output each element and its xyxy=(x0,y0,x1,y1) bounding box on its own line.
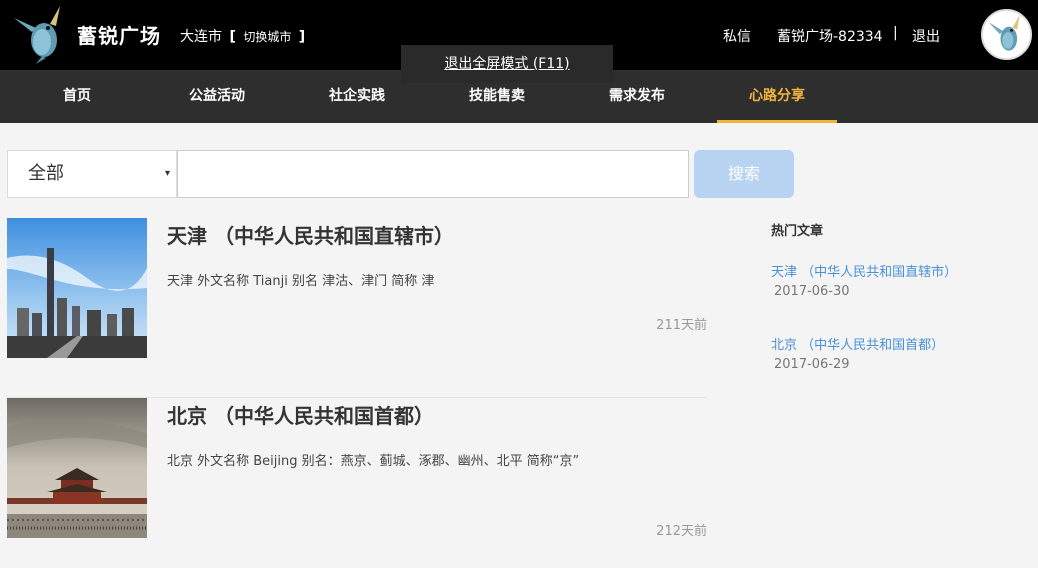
article-description: 北京 外文名称 Beijing 别名：燕京、蓟城、涿郡、幽州、北平 简称“京” xyxy=(167,454,580,469)
bracket-close: ] xyxy=(298,29,306,45)
search-button[interactable]: 搜索 xyxy=(694,150,794,198)
category-value: 全部 xyxy=(28,163,64,184)
list-item: 北京 （中华人民共和国首都） 北京 外文名称 Beijing 别名：燕京、蓟城、… xyxy=(7,398,707,568)
city-skyline-image xyxy=(7,218,147,358)
messages-link[interactable]: 私信 xyxy=(723,26,751,46)
nav-home[interactable]: 首页 xyxy=(17,70,137,123)
article-time: 212天前 xyxy=(656,524,707,539)
hummingbird-avatar-icon xyxy=(988,14,1020,51)
bracket-open: [ xyxy=(229,29,236,45)
article-time: 211天前 xyxy=(656,318,707,333)
hot-article-link[interactable]: 天津 （中华人民共和国直辖市） xyxy=(771,261,957,280)
city-selector: 大连市 [ 切换城市 ] xyxy=(180,26,308,46)
palace-image xyxy=(7,398,147,538)
nav-social-practice[interactable]: 社企实践 xyxy=(297,70,417,123)
article-thumbnail-tianjin[interactable] xyxy=(7,218,147,358)
avatar[interactable] xyxy=(981,9,1032,60)
switch-city-link[interactable]: 切换城市 xyxy=(243,30,291,44)
category-select[interactable]: 全部 ▾ xyxy=(7,150,177,198)
hot-article-date: 2017-06-30 xyxy=(774,284,850,299)
article-thumbnail-beijing[interactable] xyxy=(7,398,147,538)
hot-articles-heading: 热门文章 xyxy=(771,224,824,239)
exit-fullscreen-link[interactable]: 退出全屏模式 (F11) xyxy=(444,56,569,72)
logout-link[interactable]: 退出 xyxy=(912,26,940,46)
article-description: 天津 外文名称 Tianji 别名 津沽、津门 简称 津 xyxy=(167,274,435,289)
hot-article-link[interactable]: 北京 （中华人民共和国首都） xyxy=(771,334,944,353)
hummingbird-logo-icon[interactable] xyxy=(12,4,66,64)
chevron-down-icon: ▾ xyxy=(164,168,170,179)
list-item: 天津 （中华人民共和国直辖市） 天津 外文名称 Tianji 别名 津沽、津门 … xyxy=(7,218,707,398)
search-input[interactable] xyxy=(177,150,689,198)
hot-article-date: 2017-06-29 xyxy=(774,357,850,372)
header-separator: | xyxy=(893,25,898,41)
nav-sharing[interactable]: 心路分享 xyxy=(717,70,837,123)
username-link[interactable]: 蓄锐广场-82334 xyxy=(777,26,883,46)
article-title[interactable]: 北京 （中华人民共和国首都） xyxy=(167,400,434,429)
brand-name[interactable]: 蓄锐广场 xyxy=(77,20,161,49)
article-title[interactable]: 天津 （中华人民共和国直辖市） xyxy=(167,220,454,249)
current-city: 大连市 xyxy=(180,29,222,45)
nav-charity[interactable]: 公益活动 xyxy=(157,70,277,123)
exit-fullscreen-popup: 退出全屏模式 (F11) xyxy=(401,45,613,83)
